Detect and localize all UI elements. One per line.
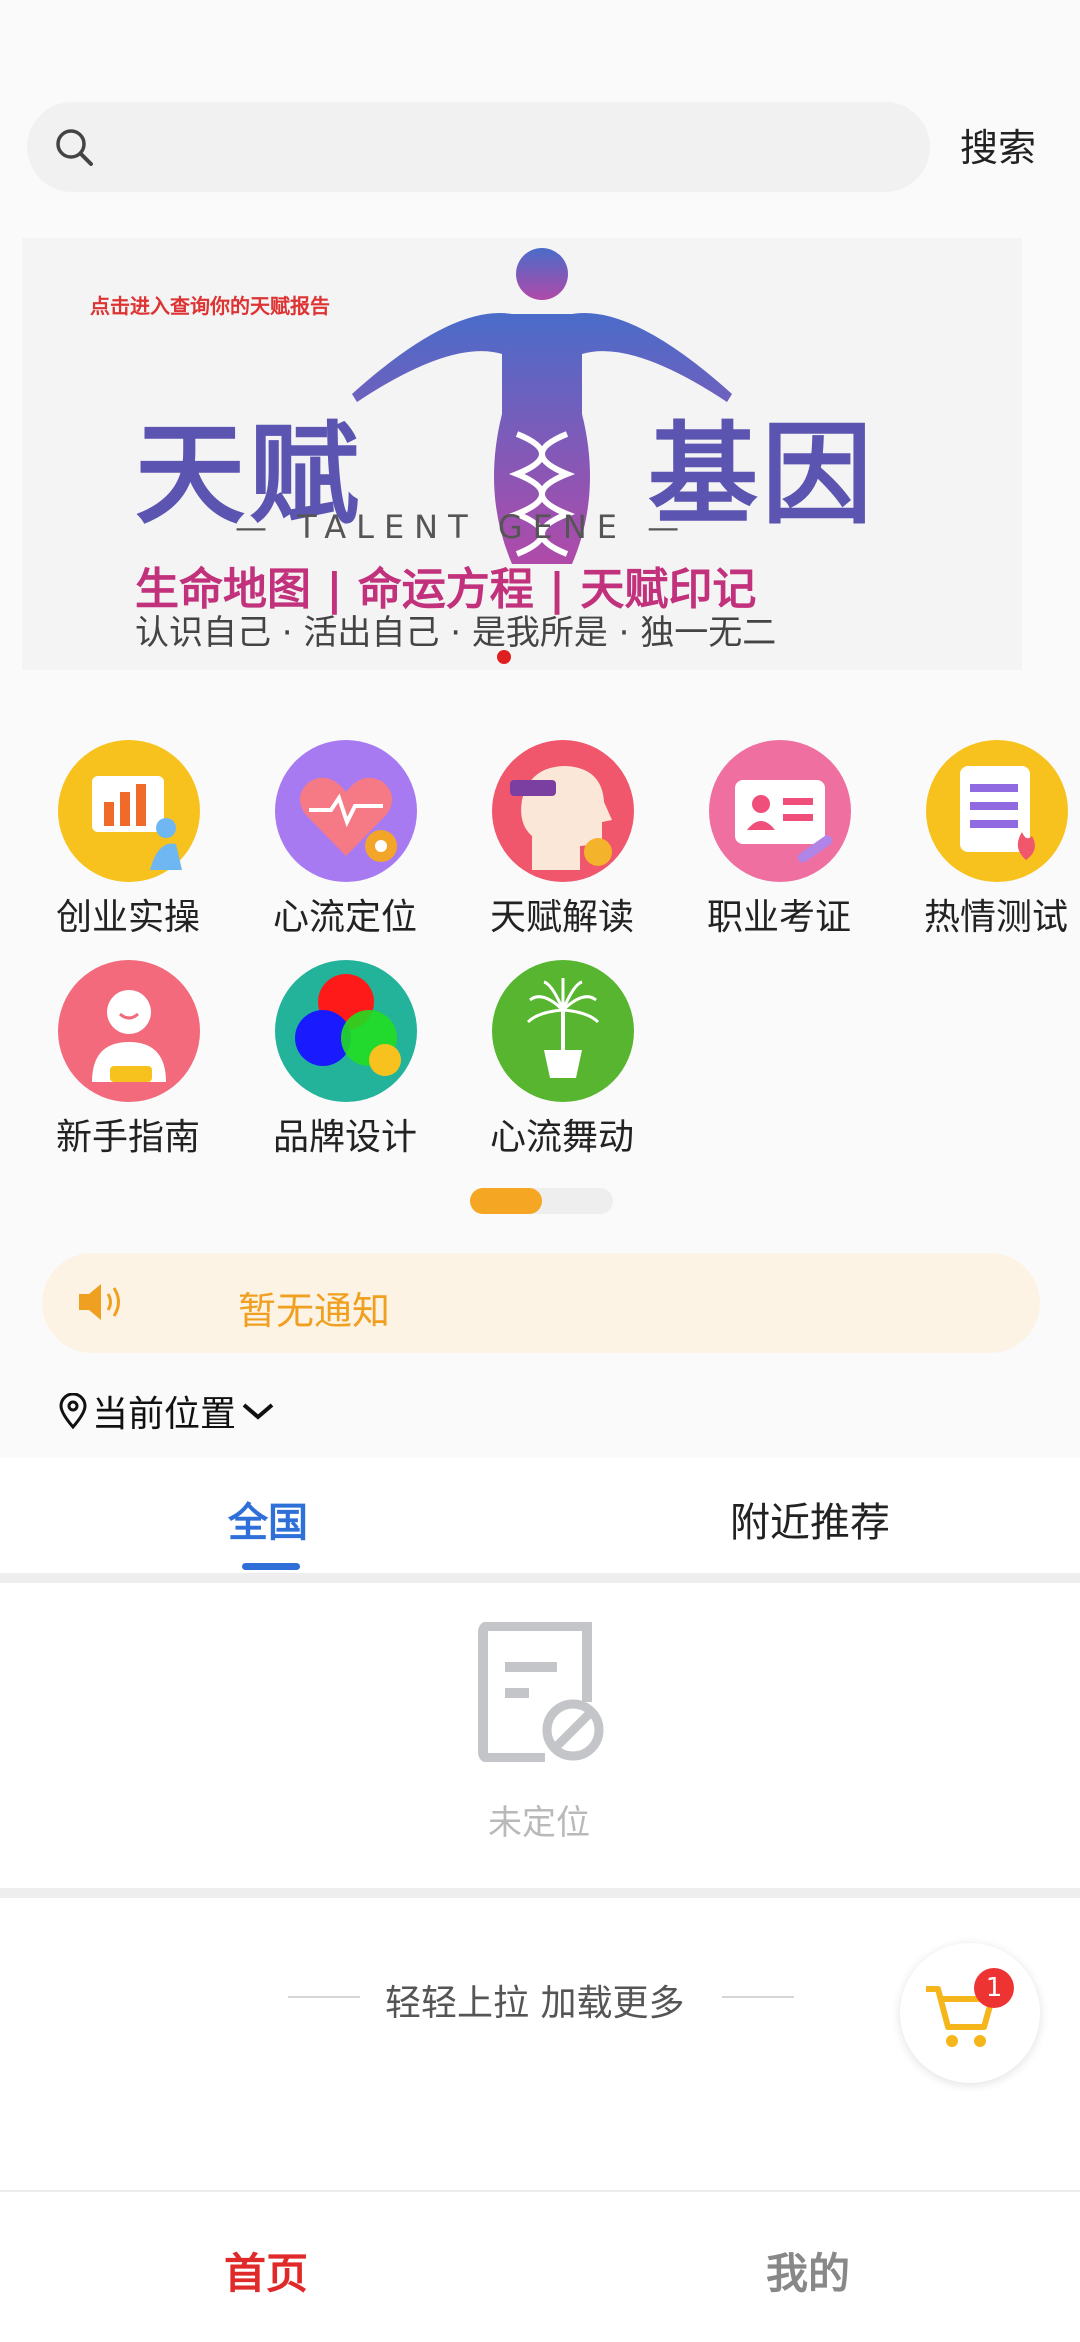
search-icon xyxy=(56,129,93,166)
grid-pager-indicator xyxy=(470,1188,542,1214)
grid-item-certification[interactable]: 职业考证 xyxy=(659,740,859,940)
cart-badge: 1 xyxy=(974,1968,1014,2008)
location-pin-icon xyxy=(59,1393,87,1429)
grid-label: 心流舞动 xyxy=(490,1117,635,1158)
tab-nearby[interactable]: 附近推荐 xyxy=(730,1490,890,1548)
location-label: 当前位置 xyxy=(92,1394,237,1435)
grid-item-beginner-guide[interactable]: 新手指南 xyxy=(8,960,208,1160)
nav-mine[interactable]: 我的 xyxy=(766,2240,850,2301)
divider-line xyxy=(722,1996,794,1998)
grid-item-flow-position[interactable]: 心流定位 xyxy=(225,740,425,940)
grid-item-brand-design[interactable]: 品牌设计 xyxy=(225,960,425,1160)
grid-label: 热情测试 xyxy=(924,897,1069,938)
document-flame-icon xyxy=(926,740,1068,882)
divider-line xyxy=(288,1996,360,1998)
color-circles-icon xyxy=(275,960,417,1102)
location-selector[interactable]: 当前位置 xyxy=(58,1385,276,1437)
search-input[interactable] xyxy=(27,102,930,192)
heart-pulse-icon xyxy=(275,740,417,882)
grid-item-startup[interactable]: 创业实操 xyxy=(8,740,208,940)
notice-text: 暂无通知 xyxy=(238,1289,391,1333)
nav-home[interactable]: 首页 xyxy=(224,2240,308,2301)
empty-state-text: 未定位 xyxy=(488,1803,590,1843)
tab-bar xyxy=(0,1458,1080,1576)
tab-national[interactable]: 全国 xyxy=(228,1490,308,1548)
grid-item-flow-dance[interactable]: 心流舞动 xyxy=(442,960,642,1160)
tab-active-indicator xyxy=(242,1563,300,1570)
notice-bar[interactable] xyxy=(42,1253,1040,1353)
search-button[interactable]: 搜索 xyxy=(960,122,1036,174)
banner-english: — TALENT GENE — xyxy=(235,508,690,546)
id-card-icon xyxy=(709,740,851,882)
grid-item-passion-test[interactable]: 热情测试 xyxy=(876,740,1080,940)
banner-subtagline: 认识自己 · 活出自己 · 是我所是 · 独一无二 xyxy=(135,613,777,653)
plant-pot-icon xyxy=(492,960,634,1102)
banner-caption: 点击进入查询你的天赋报告 xyxy=(90,294,330,318)
document-blocked-icon xyxy=(478,1622,604,1762)
speaker-icon xyxy=(79,1284,120,1320)
load-more-text: 轻轻上拉 加载更多 xyxy=(385,1983,685,2024)
head-key-icon xyxy=(492,740,634,882)
divider xyxy=(0,1573,1080,1583)
divider xyxy=(0,1888,1080,1898)
carousel-indicator xyxy=(497,650,511,664)
bottom-nav xyxy=(0,2190,1080,2342)
chevron-down-icon xyxy=(242,1403,274,1420)
grid-item-talent-reading[interactable]: 天赋解读 xyxy=(442,740,642,940)
person-guide-icon xyxy=(58,960,200,1102)
business-chart-icon xyxy=(58,740,200,882)
